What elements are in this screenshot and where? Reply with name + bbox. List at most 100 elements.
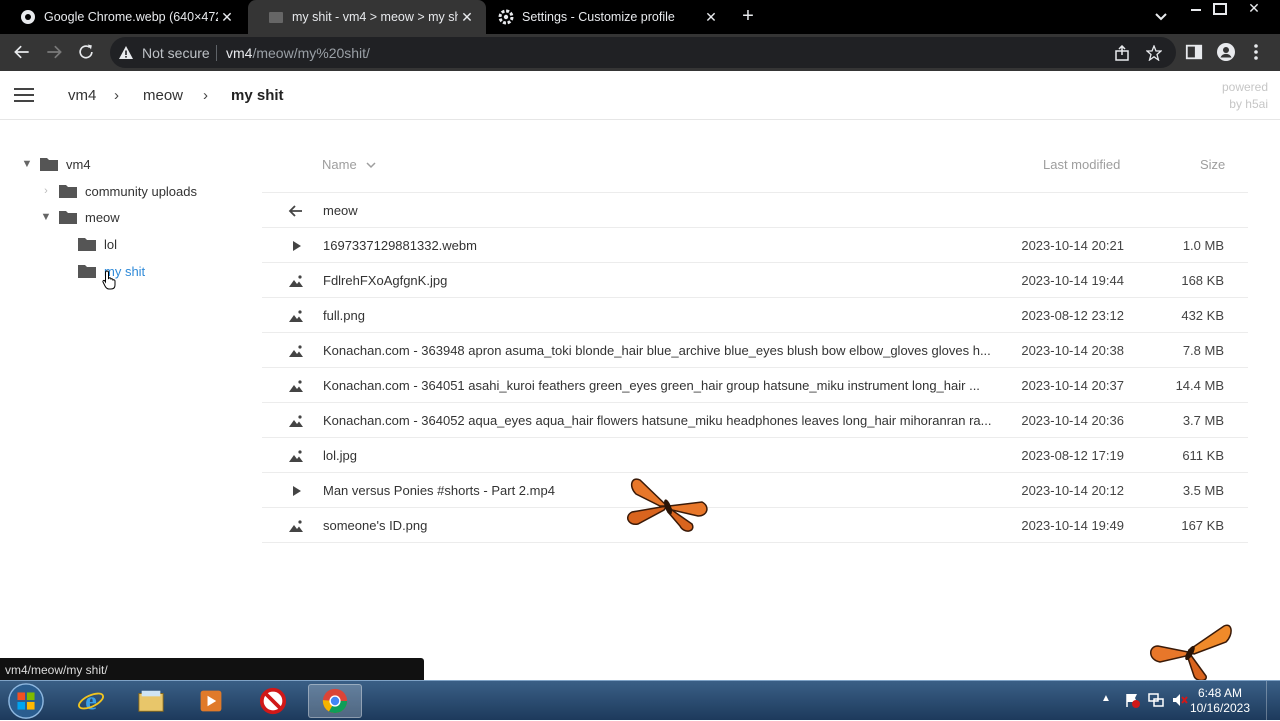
file-explorer-icon — [138, 690, 164, 712]
file-row[interactable]: Konachan.com - 364051 asahi_kuroi feathe… — [262, 368, 1248, 403]
powered-by[interactable]: powered by h5ai — [1222, 79, 1268, 113]
column-header-modified[interactable]: Last modified — [1043, 157, 1120, 172]
chevron-down-icon[interactable]: ▼ — [20, 158, 34, 170]
window-close-icon[interactable]: ✕ — [1246, 0, 1262, 16]
windows-taskbar: e ▲ 6:48 AM 10/16/2023 — [0, 680, 1280, 721]
tree-item-community-uploads[interactable]: › community uploads — [39, 181, 197, 201]
tree-item-lol[interactable]: lol — [78, 234, 117, 254]
file-name: Konachan.com - 363948 apron asuma_toki b… — [323, 343, 991, 358]
file-row[interactable]: Konachan.com - 364052 aqua_eyes aqua_hai… — [262, 403, 1248, 438]
tree-label: lol — [104, 236, 118, 252]
gear-icon — [498, 9, 514, 25]
tree-label: vm4 — [66, 156, 91, 172]
tray-volume-muted-icon[interactable] — [1172, 692, 1188, 708]
image-icon — [289, 380, 303, 392]
file-row[interactable]: full.png 2023-08-12 23:12 432 KB — [262, 298, 1248, 333]
folder-icon — [40, 158, 58, 171]
parent-folder-name: meow — [323, 203, 358, 218]
side-panel-icon[interactable] — [1182, 40, 1206, 64]
chevron-right-icon[interactable]: › — [39, 185, 53, 197]
file-size: 167 KB — [1181, 518, 1224, 533]
back-arrow-icon — [288, 205, 302, 217]
hamburger-menu-icon[interactable] — [14, 88, 34, 102]
chevron-down-icon[interactable]: ▼ — [39, 211, 53, 223]
tray-expand-icon[interactable]: ▲ — [1101, 693, 1111, 704]
tab-my-shit[interactable]: my shit - vm4 > meow > my shit ✕ — [248, 0, 486, 34]
file-row[interactable]: lol.jpg 2023-08-12 17:19 611 KB — [262, 438, 1248, 473]
tab-search-chevron-icon[interactable] — [1152, 8, 1170, 26]
file-name: Konachan.com - 364051 asahi_kuroi feathe… — [323, 378, 980, 393]
status-bubble: vm4/meow/my shit/ — [0, 658, 424, 680]
tree-item-meow[interactable]: ▼ meow — [39, 207, 120, 227]
start-button[interactable] — [4, 681, 48, 721]
profile-avatar-icon[interactable] — [1214, 40, 1238, 64]
tab-close-icon[interactable]: ✕ — [702, 8, 720, 26]
minimize-icon[interactable] — [1188, 2, 1204, 16]
file-row[interactable]: Konachan.com - 363948 apron asuma_toki b… — [262, 333, 1248, 368]
parent-folder-row[interactable]: meow — [262, 193, 1248, 228]
tab-google-chrome-webp[interactable]: Google Chrome.webp (640×472) ✕ — [0, 0, 246, 34]
file-modified: 2023-08-12 23:12 — [1021, 308, 1124, 323]
breadcrumb-meow[interactable]: meow — [143, 87, 183, 104]
file-row[interactable]: Man versus Ponies #shorts - Part 2.mp4 20… — [262, 473, 1248, 508]
image-icon — [289, 450, 303, 462]
column-header-name[interactable]: Name — [322, 157, 357, 172]
hand-cursor-icon — [102, 270, 116, 290]
folder-icon — [78, 238, 96, 251]
file-modified: 2023-10-14 19:49 — [1021, 518, 1124, 533]
taskbar-media-player[interactable] — [184, 684, 238, 718]
prohibited-icon — [259, 687, 287, 715]
page-header: vm4 › meow › my shit powered by h5ai — [0, 71, 1280, 120]
reload-icon[interactable] — [74, 40, 98, 64]
forward-arrow-icon[interactable] — [42, 40, 66, 64]
restore-icon[interactable] — [1213, 3, 1227, 15]
sort-chevron-down-icon[interactable] — [366, 160, 376, 170]
share-icon[interactable] — [1114, 45, 1130, 61]
breadcrumb-current[interactable]: my shit — [231, 87, 284, 104]
bookmark-star-icon[interactable] — [1146, 45, 1162, 61]
windows-logo-icon — [8, 683, 44, 719]
file-size: 168 KB — [1181, 273, 1224, 288]
tray-flag-icon[interactable] — [1124, 692, 1140, 708]
show-desktop-button[interactable] — [1266, 681, 1280, 721]
tree-label: community uploads — [85, 183, 197, 199]
url-host: vm4 — [226, 45, 253, 61]
file-modified: 2023-10-14 20:21 — [1021, 238, 1124, 253]
new-tab-plus-icon[interactable]: + — [738, 6, 758, 26]
folder-icon — [59, 211, 77, 224]
taskbar-chrome[interactable] — [308, 684, 362, 718]
chrome-menu-icon[interactable] — [1244, 40, 1268, 64]
back-arrow-icon[interactable] — [10, 40, 34, 64]
file-size: 1.0 MB — [1182, 238, 1224, 253]
file-row[interactable]: someone's ID.png 2023-10-14 19:49 167 KB — [262, 508, 1248, 543]
column-header-size[interactable]: Size — [1200, 157, 1225, 172]
tray-network-icon[interactable] — [1148, 692, 1164, 708]
file-size: 14.4 MB — [1175, 378, 1224, 393]
play-icon — [293, 241, 301, 251]
butterfly-icon — [627, 478, 708, 532]
tab-close-icon[interactable]: ✕ — [458, 8, 476, 26]
media-player-icon — [200, 690, 222, 712]
tab-title: Google Chrome.webp (640×472) — [44, 10, 218, 24]
file-name: full.png — [323, 308, 365, 323]
tab-settings[interactable]: Settings - Customize profile ✕ — [478, 0, 730, 34]
file-row[interactable]: 1697337129881332.webm 2023-10-14 20:21 1.0… — [262, 228, 1248, 263]
taskbar-internet-explorer[interactable]: e — [64, 684, 118, 718]
image-icon — [289, 275, 303, 287]
taskbar-clock[interactable]: 6:48 AM 10/16/2023 — [1190, 686, 1250, 716]
tab-close-icon[interactable]: ✕ — [218, 8, 236, 26]
breadcrumb-chevron-icon: › — [114, 87, 119, 104]
chrome-favicon-icon — [21, 10, 35, 24]
folder-icon — [78, 265, 96, 278]
tree-item-vm4[interactable]: ▼ vm4 — [20, 154, 91, 174]
breadcrumb-vm4[interactable]: vm4 — [68, 87, 96, 104]
file-size: 611 KB — [1182, 448, 1224, 463]
warning-icon[interactable] — [118, 45, 134, 61]
address-bar[interactable]: Not secure vm4/meow/my%20shit/ — [110, 37, 1176, 68]
file-name: Konachan.com - 364052 aqua_eyes aqua_hai… — [323, 413, 992, 428]
file-modified: 2023-10-14 20:36 — [1021, 413, 1124, 428]
clock-date: 10/16/2023 — [1189, 701, 1250, 715]
taskbar-blocked-app[interactable] — [246, 684, 300, 718]
taskbar-explorer[interactable] — [124, 684, 178, 718]
file-row[interactable]: FdlrehFXoAgfgnK.jpg 2023-10-14 19:44 168 K… — [262, 263, 1248, 298]
